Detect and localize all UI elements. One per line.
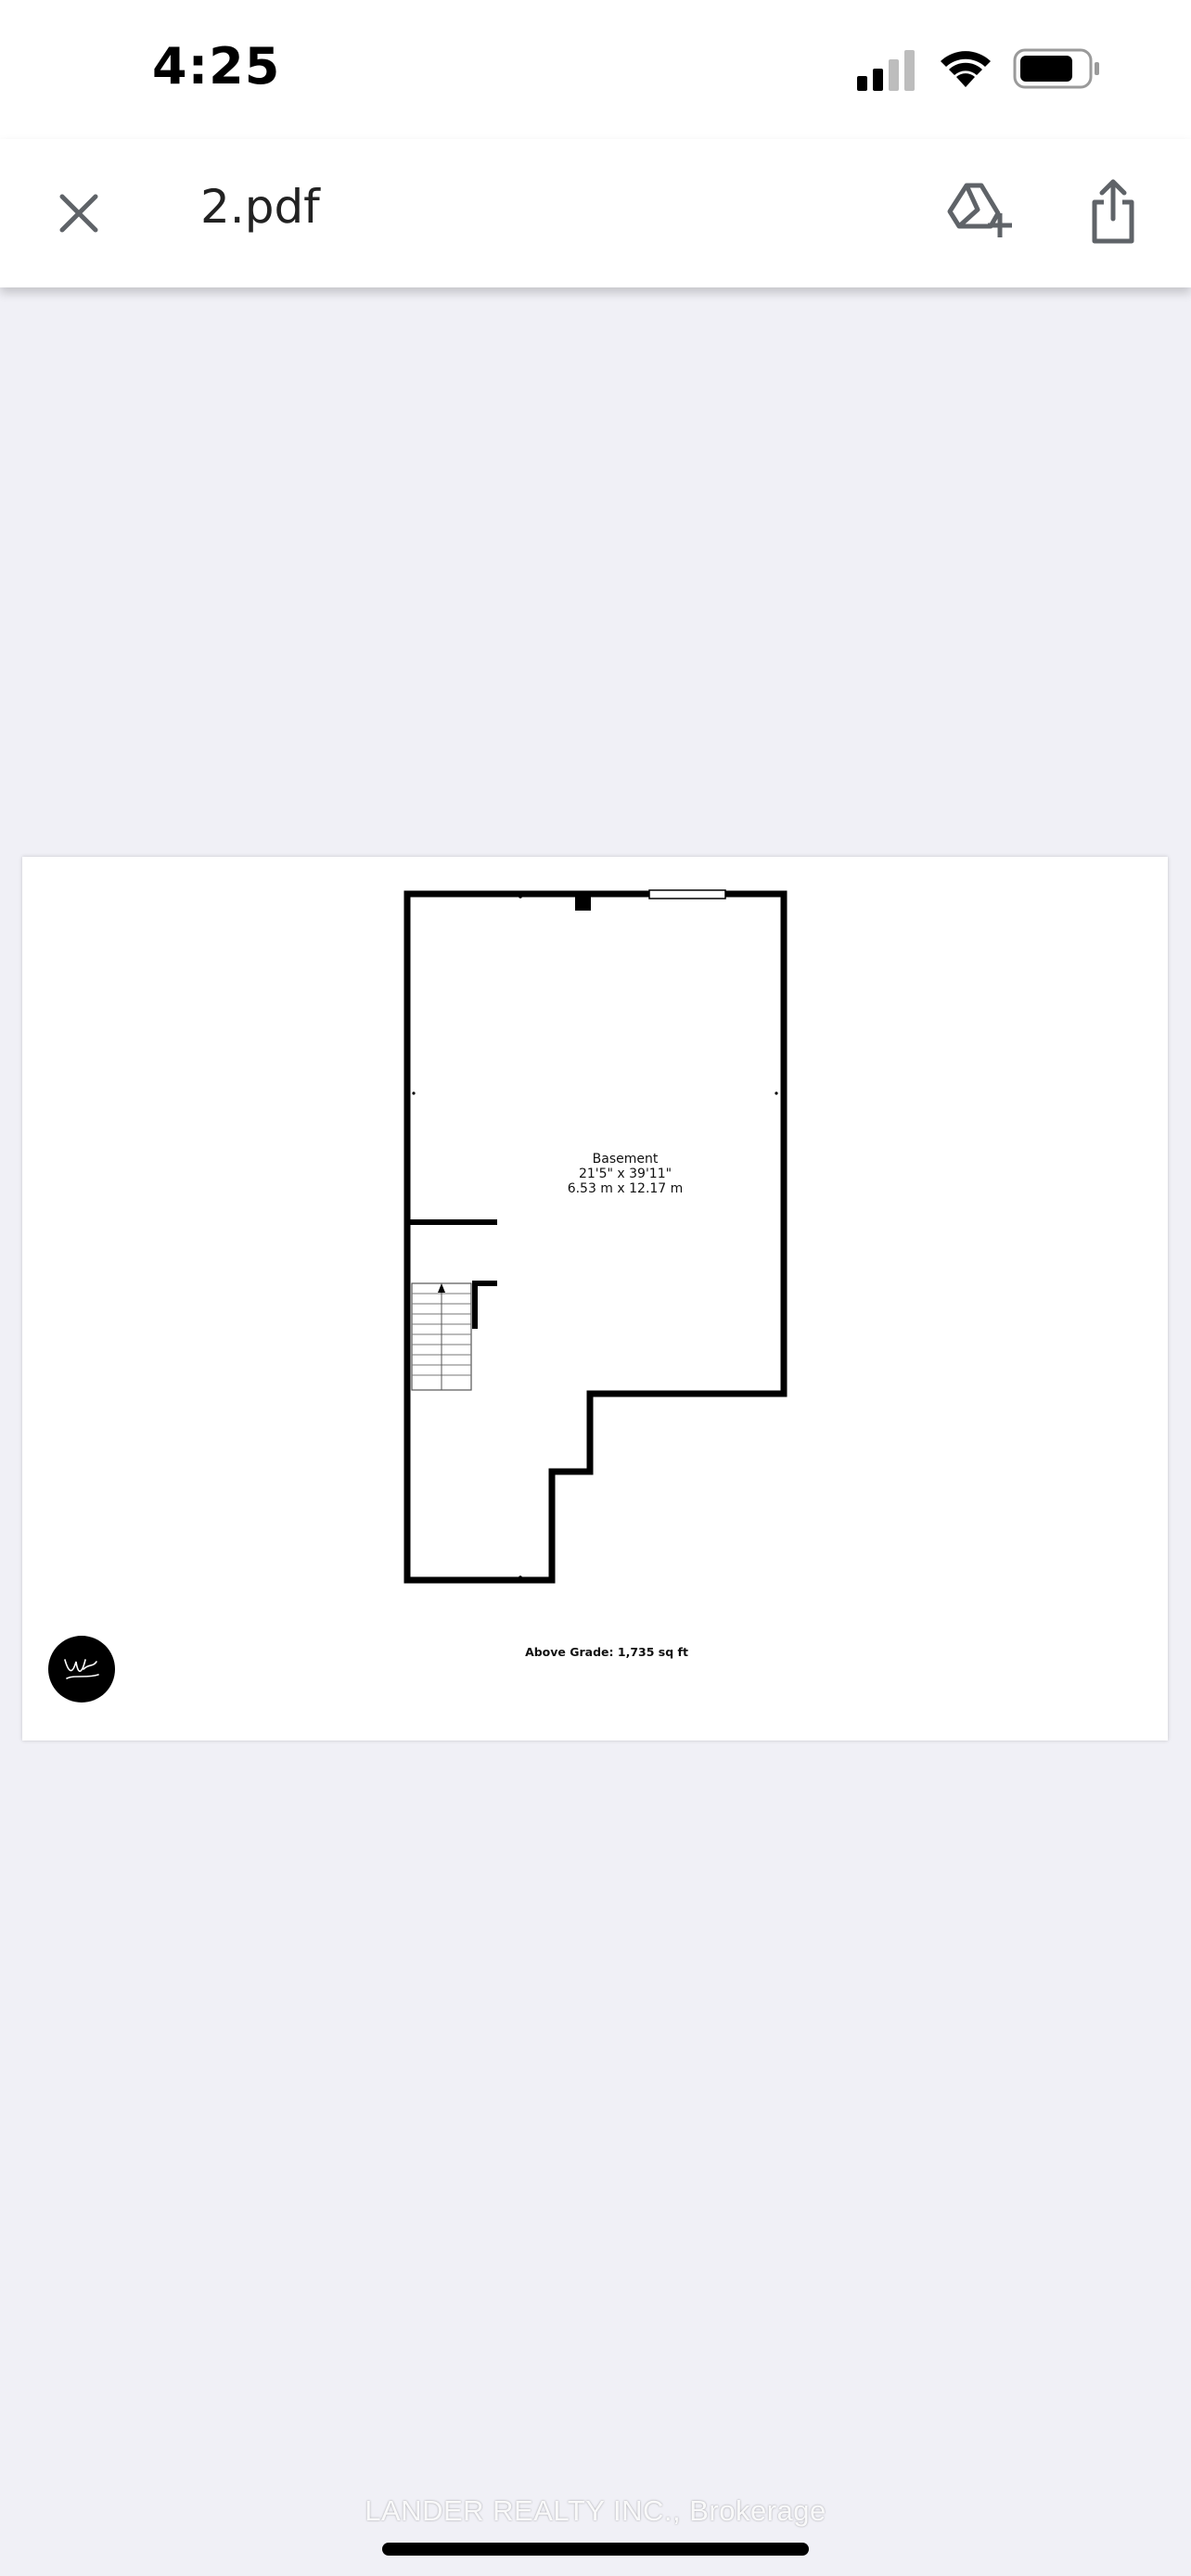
document-title: 2.pdf: [200, 180, 320, 234]
room-label: Basement 21'5" x 39'11" 6.53 m x 12.17 m: [542, 1152, 709, 1196]
room-dimensions-metric: 6.53 m x 12.17 m: [567, 1181, 684, 1196]
share-icon: [1092, 179, 1134, 244]
battery-icon: [1013, 48, 1099, 89]
status-time: 4:25: [152, 37, 281, 96]
room-name: Basement: [592, 1152, 659, 1167]
above-grade-note: Above Grade: 1,735 sq ft: [525, 1645, 688, 1659]
status-bar: 4:25: [0, 0, 1191, 139]
app-bar: 2.pdf: [0, 139, 1191, 287]
close-icon: [59, 194, 98, 233]
add-to-drive-icon: [947, 183, 1012, 237]
pdf-page: Basement 21'5" x 39'11" 6.53 m x 12.17 m…: [22, 857, 1168, 1741]
room-dimensions-imperial: 21'5" x 39'11": [578, 1167, 672, 1181]
wifi-icon: [941, 51, 991, 87]
share-button[interactable]: [1076, 172, 1150, 250]
close-button[interactable]: [46, 181, 111, 246]
brokerage-watermark: LANDER REALTY INC., Brokerage: [365, 2494, 826, 2527]
floorplan-drawing: [403, 889, 788, 1584]
brand-logo-icon: [48, 1636, 115, 1702]
signature-mark: [64, 1659, 99, 1679]
pdf-viewer[interactable]: Basement 21'5" x 39'11" 6.53 m x 12.17 m…: [0, 287, 1191, 2576]
cellular-signal-icon: [857, 50, 915, 91]
home-indicator[interactable]: [382, 2543, 809, 2556]
add-to-drive-button[interactable]: [942, 174, 1017, 249]
